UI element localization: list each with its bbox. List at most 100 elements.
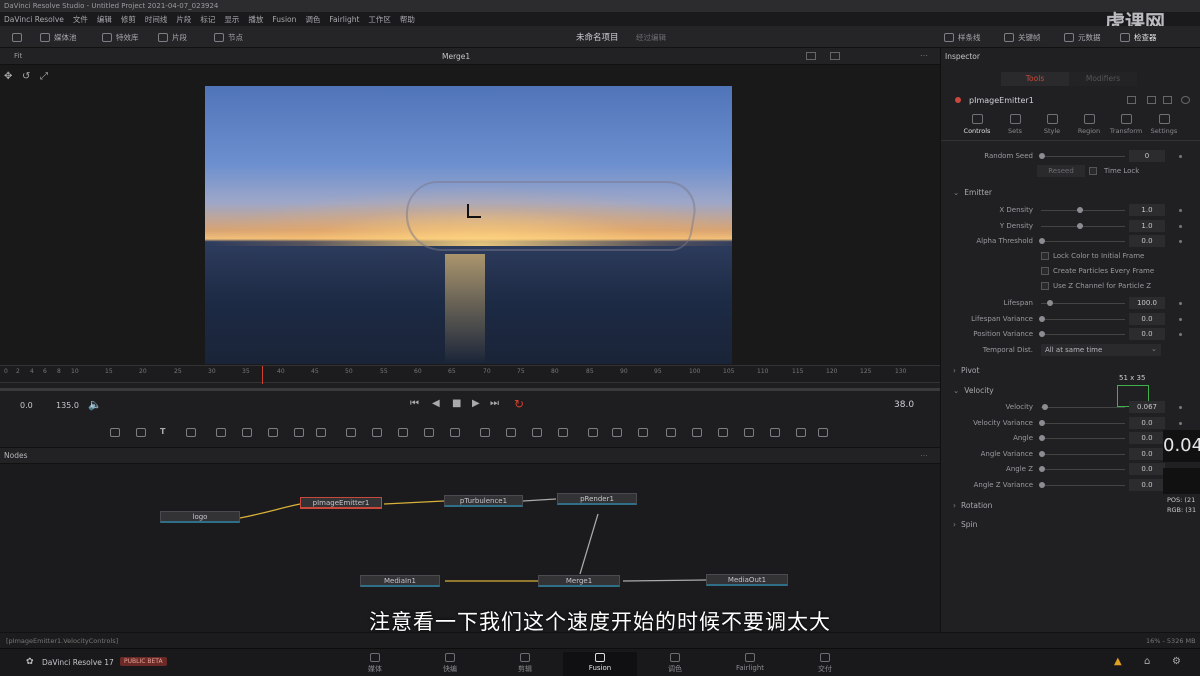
viewer-menu-icon[interactable]: ⋯ — [920, 51, 928, 60]
page-deliver[interactable]: 交付 — [795, 652, 855, 676]
channel-boolean-icon[interactable] — [372, 428, 382, 437]
slider-track[interactable] — [1041, 484, 1125, 486]
menu-edit[interactable]: 编辑 — [97, 14, 112, 25]
lifespan-value[interactable]: 100.0 — [1129, 297, 1165, 309]
playhead[interactable] — [262, 366, 263, 384]
slider-track[interactable] — [1041, 334, 1125, 335]
inspector-tab-controls[interactable]: Controls — [959, 114, 995, 135]
resize-tool-icon[interactable] — [450, 428, 460, 437]
menu-playback[interactable]: 播放 — [248, 14, 263, 25]
velocity-value[interactable]: 0.0 — [1129, 416, 1165, 429]
pin-icon[interactable] — [1147, 96, 1156, 104]
velocity-value[interactable]: 0.0 — [1129, 432, 1165, 444]
spin-section[interactable]: Spin — [953, 520, 977, 529]
text-tool-icon[interactable]: T — [160, 427, 165, 436]
slider-track[interactable] — [1041, 225, 1125, 227]
metadata-button[interactable]: 元数据 — [1064, 31, 1101, 43]
current-frame[interactable]: 38.0 — [894, 400, 914, 410]
menu-help[interactable]: 帮助 — [400, 14, 415, 25]
text3d-icon[interactable] — [692, 428, 702, 437]
renderer3d-icon[interactable] — [796, 428, 806, 437]
inspector-tab-style[interactable]: Style — [1034, 114, 1070, 135]
velocity-value[interactable]: 0.067 — [1129, 401, 1165, 413]
emitter-value[interactable]: 1.0 — [1129, 219, 1165, 232]
node-prender1[interactable]: pRender1 — [557, 493, 637, 505]
reset-icon[interactable] — [1181, 96, 1190, 104]
ellipse-mask-icon[interactable] — [506, 428, 516, 437]
end-frame[interactable]: 135.0 — [56, 401, 79, 410]
page-cut[interactable]: 快编 — [420, 652, 480, 676]
speaker-icon[interactable]: 🔈 — [88, 398, 102, 411]
keyframe-dot[interactable] — [1179, 240, 1182, 243]
inspector-tab-region[interactable]: Region — [1071, 114, 1107, 135]
matte-control-icon[interactable] — [398, 428, 408, 437]
curves-tool-icon[interactable] — [268, 428, 278, 437]
menu-view[interactable]: 显示 — [224, 14, 239, 25]
node-mediain1[interactable]: MediaIn1 — [360, 575, 440, 587]
play-reverse-icon[interactable]: ◀ — [432, 398, 440, 409]
slider-track[interactable] — [1041, 438, 1125, 439]
slider-track[interactable] — [1041, 469, 1125, 470]
glow-tool-icon[interactable] — [294, 428, 304, 437]
page-fairlight[interactable]: Fairlight — [720, 652, 780, 676]
node-logo[interactable]: logo — [160, 511, 240, 523]
move-tool-icon[interactable]: ✥ — [4, 71, 12, 82]
play-icon[interactable]: ▶ — [472, 398, 480, 409]
menu-clip[interactable]: 片段 — [176, 14, 191, 25]
slider-knob[interactable] — [1039, 481, 1045, 488]
slider-knob[interactable] — [1039, 238, 1045, 244]
keyframe-dot[interactable] — [1179, 209, 1182, 212]
keyframe-dot[interactable] — [1179, 302, 1182, 305]
menu-file[interactable]: 文件 — [73, 14, 88, 25]
menu-fairlight[interactable]: Fairlight — [329, 15, 359, 24]
go-to-end-icon[interactable]: ⏭ — [490, 398, 499, 409]
use-z-channel-checkbox[interactable] — [1041, 282, 1049, 290]
create-particles-checkbox[interactable] — [1041, 267, 1049, 275]
color-corrector-icon[interactable] — [242, 428, 252, 437]
viewer-image[interactable] — [205, 86, 732, 364]
merge-tool-icon[interactable] — [346, 428, 356, 437]
go-to-start-icon[interactable]: ⏮ — [410, 398, 419, 409]
slider-track[interactable] — [1041, 303, 1125, 304]
node-merge1[interactable]: Merge1 — [538, 575, 620, 587]
velocity-value[interactable]: 0.0 — [1129, 447, 1165, 460]
slider-track[interactable] — [1041, 453, 1125, 455]
tracker-icon[interactable] — [588, 428, 598, 437]
settings-gear-icon[interactable]: ⚙ — [1172, 656, 1181, 667]
slider-knob[interactable] — [1039, 331, 1045, 337]
emitter-value[interactable]: 1.0 — [1129, 204, 1165, 216]
particle-render-icon[interactable] — [638, 428, 648, 437]
slider-knob[interactable] — [1076, 222, 1083, 229]
fog3d-icon[interactable] — [818, 428, 828, 437]
temporal-dist-dropdown[interactable]: All at same time — [1041, 344, 1161, 356]
keyframe-dot[interactable] — [1179, 421, 1182, 425]
emitter-value[interactable]: 0.0 — [1129, 235, 1165, 247]
home-icon[interactable]: ⌂ — [1144, 656, 1150, 667]
time-ruler[interactable]: 0 2 4 6 8 10 15 20 25 30 35 40 45 50 55 … — [0, 365, 940, 384]
slider-knob[interactable] — [1039, 315, 1045, 322]
inspector-tab-modifiers[interactable]: Modifiers — [1069, 72, 1137, 86]
pivot-handle-horizontal[interactable] — [467, 216, 481, 218]
layout-button[interactable] — [12, 31, 22, 43]
lock-color-checkbox[interactable] — [1041, 252, 1049, 260]
menu-color[interactable]: 调色 — [305, 14, 320, 25]
random-seed-value[interactable]: 0 — [1129, 150, 1165, 162]
nodes-menu-icon[interactable]: ⋯ — [920, 448, 928, 464]
menu-timeline[interactable]: 时间线 — [145, 14, 168, 25]
media-pool-button[interactable]: 媒体池 — [40, 31, 77, 43]
keyframe-dot[interactable] — [1179, 155, 1182, 158]
emitter-section[interactable]: Emitter — [953, 188, 992, 197]
clips-button[interactable]: 片段 — [158, 31, 187, 43]
nodes-button[interactable]: 节点 — [214, 31, 243, 43]
menu-mark[interactable]: 标记 — [200, 14, 215, 25]
menu-trim[interactable]: 修剪 — [121, 14, 136, 25]
slider-knob[interactable] — [1039, 153, 1045, 159]
keyframe-dot[interactable] — [1179, 317, 1182, 321]
keyframe-dot[interactable] — [1179, 224, 1182, 228]
polygon-mask-icon[interactable] — [532, 428, 542, 437]
lifespan-value[interactable]: 0.0 — [1129, 328, 1165, 340]
slider-track[interactable] — [1041, 407, 1125, 408]
velocity-section[interactable]: Velocity — [953, 386, 993, 395]
loop-icon[interactable]: ↻ — [514, 397, 524, 411]
slider-track[interactable] — [1041, 422, 1125, 424]
